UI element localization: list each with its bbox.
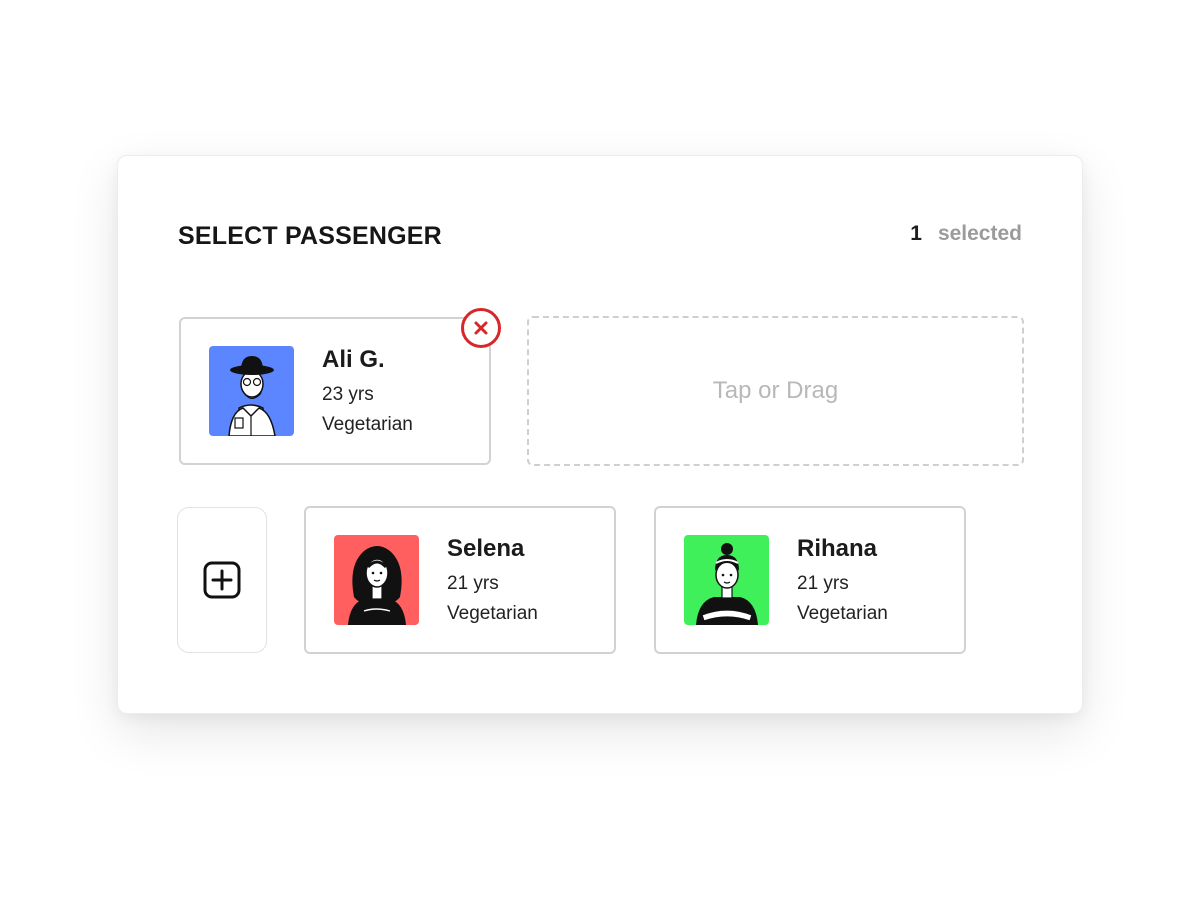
passenger-age: 23 yrs — [322, 384, 374, 405]
passenger-dropzone[interactable]: Tap or Drag — [527, 316, 1024, 466]
panel-title: SELECT PASSENGER — [178, 222, 442, 250]
selected-counter: 1 selected — [910, 222, 1022, 246]
passenger-card-rihana[interactable]: Rihana 21 yrs Vegetarian — [654, 506, 966, 654]
passenger-info: Ali G. 23 yrs Vegetarian — [322, 346, 413, 436]
plus-square-icon — [203, 561, 241, 599]
passenger-name: Ali G. — [322, 346, 385, 373]
close-icon — [474, 321, 488, 335]
woman-bandana-avatar-icon — [684, 535, 769, 625]
avatar — [334, 535, 419, 625]
add-passenger-button[interactable] — [177, 507, 267, 653]
passenger-diet: Vegetarian — [797, 603, 888, 624]
passenger-info: Selena 21 yrs Vegetarian — [447, 535, 538, 625]
passenger-diet: Vegetarian — [447, 603, 538, 624]
passenger-diet: Vegetarian — [322, 414, 413, 435]
remove-passenger-button[interactable] — [461, 308, 501, 348]
avatar — [684, 535, 769, 625]
selected-count: 1 — [910, 222, 922, 245]
dropzone-label: Tap or Drag — [712, 377, 839, 404]
passenger-age: 21 yrs — [797, 573, 849, 594]
select-passenger-panel: SELECT PASSENGER 1 selected Ali G. 23 yr… — [117, 155, 1083, 714]
woman-curly-hair-avatar-icon — [334, 535, 419, 625]
passenger-card-selena[interactable]: Selena 21 yrs Vegetarian — [304, 506, 616, 654]
passenger-info: Rihana 21 yrs Vegetarian — [797, 535, 888, 625]
selected-passenger-card[interactable]: Ali G. 23 yrs Vegetarian — [179, 317, 491, 465]
passenger-name: Selena — [447, 535, 525, 562]
selected-label: selected — [937, 222, 1022, 245]
passenger-name: Rihana — [797, 535, 878, 562]
man-hat-avatar-icon — [209, 346, 294, 436]
avatar — [209, 346, 294, 436]
passenger-age: 21 yrs — [447, 573, 499, 594]
